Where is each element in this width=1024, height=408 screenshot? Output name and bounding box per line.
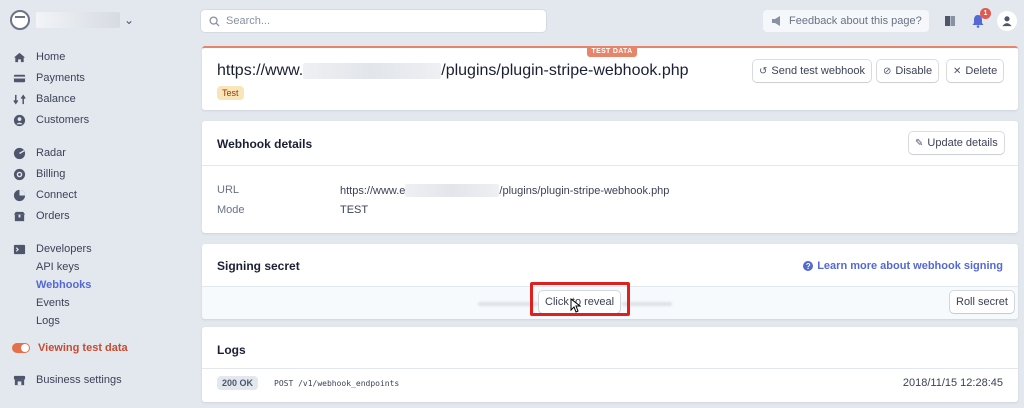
- sidebar-item-billing[interactable]: Billing: [12, 166, 65, 182]
- sidebar-item-label: Payments: [36, 72, 85, 84]
- sidebar-sub-logs[interactable]: Logs: [36, 315, 60, 329]
- help-icon: ?: [803, 261, 814, 271]
- sidebar-item-developers[interactable]: Developers: [12, 241, 92, 257]
- feedback-button[interactable]: Feedback about this page?: [763, 10, 929, 32]
- url-suffix: /plugins/plugin-stripe-webhook.php: [441, 62, 689, 79]
- divider: [202, 368, 1018, 369]
- toggle-switch[interactable]: [12, 343, 30, 353]
- sidebar-item-payments[interactable]: Payments: [12, 70, 85, 86]
- log-timestamp: 2018/11/15 12:28:45: [902, 377, 1003, 389]
- sidebar-item-home[interactable]: Home: [12, 49, 65, 65]
- search-icon: [209, 15, 220, 27]
- delete-button[interactable]: ✕ Delete: [947, 60, 1004, 82]
- billing-icon: [12, 167, 26, 181]
- sidebar-item-label: Connect: [36, 189, 77, 201]
- send-test-label: Send test webhook: [771, 65, 865, 77]
- sidebar-item-label: Orders: [36, 210, 70, 222]
- mouse-cursor-icon: [570, 298, 581, 313]
- signing-title: Signing secret: [217, 259, 300, 273]
- url-value-suffix: /plugins/plugin-stripe-webhook.php: [499, 184, 670, 197]
- account-logo-icon: [10, 10, 30, 30]
- sidebar-item-label: Balance: [36, 93, 76, 105]
- disable-button[interactable]: ⊘ Disable: [877, 60, 939, 82]
- log-request-path: POST /v1/webhook_endpoints: [274, 379, 400, 388]
- test-data-label: Viewing test data: [38, 342, 128, 354]
- send-icon: ↺: [759, 65, 768, 77]
- sidebar: ⌄ Home Payments Balance Customers Radar …: [0, 0, 185, 408]
- mode-value: TEST: [340, 204, 369, 216]
- logs-title: Logs: [217, 343, 246, 357]
- sidebar-sub-webhooks[interactable]: Webhooks: [36, 279, 91, 293]
- feedback-label: Feedback about this page?: [789, 15, 922, 27]
- learn-webhook-signing-link[interactable]: ? Learn more about webhook signing: [803, 260, 1003, 272]
- account-name-redacted: [36, 12, 120, 28]
- notification-badge: 1: [980, 8, 991, 19]
- search-bar[interactable]: [201, 10, 546, 32]
- divider: [202, 165, 1018, 166]
- logs-card: Logs 200 OK POST /v1/webhook_endpoints 2…: [202, 327, 1018, 402]
- sidebar-item-label: Radar: [36, 147, 66, 159]
- orders-icon: [12, 209, 26, 223]
- sidebar-item-balance[interactable]: Balance: [12, 91, 76, 107]
- connect-icon: [12, 188, 26, 202]
- storefront-icon: [12, 373, 26, 387]
- close-icon: ✕: [953, 65, 962, 77]
- test-data-tab: TEST DATA: [587, 46, 637, 57]
- details-title: Webhook details: [217, 137, 313, 151]
- redacted-domain: [303, 63, 442, 79]
- test-data-toggle[interactable]: Viewing test data: [12, 340, 128, 356]
- sidebar-sub-events[interactable]: Events: [36, 297, 70, 311]
- user-avatar[interactable]: [997, 11, 1017, 31]
- user-icon: [1002, 16, 1012, 27]
- account-switcher[interactable]: ⌄: [10, 10, 134, 30]
- secret-strip: Click to reveal Roll secret: [202, 282, 1018, 319]
- chevron-down-icon: ⌄: [124, 13, 135, 27]
- learn-label: Learn more about webhook signing: [817, 260, 1003, 272]
- status-badge: 200 OK: [217, 376, 259, 390]
- webhook-header-card: TEST DATA https://www. /plugins/plugin-s…: [202, 46, 1018, 110]
- sidebar-item-orders[interactable]: Orders: [12, 208, 70, 224]
- sidebar-item-label: Customers: [36, 114, 90, 126]
- delete-label: Delete: [965, 65, 998, 77]
- pencil-icon: ✎: [915, 137, 924, 149]
- send-test-webhook-button[interactable]: ↺ Send test webhook: [753, 60, 871, 82]
- webhook-url-title: https://www. /plugins/plugin-stripe-webh…: [217, 62, 689, 80]
- developers-icon: [12, 242, 26, 256]
- sidebar-item-business-settings[interactable]: Business settings: [12, 372, 122, 388]
- test-mode-pill: Test: [217, 86, 244, 100]
- signing-secret-card: Signing secret ? Learn more about webhoo…: [202, 244, 1018, 319]
- sidebar-item-label: Home: [36, 51, 66, 63]
- disable-label: Disable: [895, 65, 933, 77]
- mode-label: Mode: [217, 204, 245, 216]
- sidebar-item-label: Business settings: [36, 374, 122, 386]
- balance-icon: [12, 92, 26, 106]
- webhook-details-card: Webhook details ✎ Update details URL htt…: [202, 121, 1018, 233]
- url-value: https://www.e /plugins/plugin-stripe-web…: [340, 184, 669, 197]
- megaphone-icon: [772, 16, 780, 26]
- sidebar-item-label: Billing: [36, 168, 66, 180]
- url-prefix: https://www.: [217, 62, 304, 79]
- roll-label: Roll secret: [956, 296, 1008, 308]
- docs-book-icon[interactable]: [941, 12, 959, 30]
- update-details-label: Update details: [927, 137, 998, 149]
- radar-icon: [12, 146, 26, 160]
- disable-icon: ⊘: [883, 65, 892, 77]
- search-input[interactable]: [226, 15, 526, 27]
- update-details-button[interactable]: ✎ Update details: [909, 132, 1004, 154]
- roll-secret-button[interactable]: Roll secret: [950, 291, 1014, 313]
- masked-secret: [478, 302, 538, 306]
- sidebar-item-radar[interactable]: Radar: [12, 145, 66, 161]
- payments-icon: [12, 71, 26, 85]
- redacted-domain: [405, 184, 500, 197]
- sidebar-item-connect[interactable]: Connect: [12, 187, 77, 203]
- customers-icon: [12, 113, 26, 127]
- home-icon: [12, 50, 26, 64]
- url-value-prefix: https://www.e: [340, 184, 406, 197]
- sidebar-item-customers[interactable]: Customers: [12, 112, 89, 128]
- notifications-bell-icon[interactable]: 1: [969, 8, 991, 30]
- sidebar-sub-api-keys[interactable]: API keys: [36, 261, 79, 275]
- url-label: URL: [217, 184, 240, 196]
- sidebar-item-label: Developers: [36, 243, 92, 255]
